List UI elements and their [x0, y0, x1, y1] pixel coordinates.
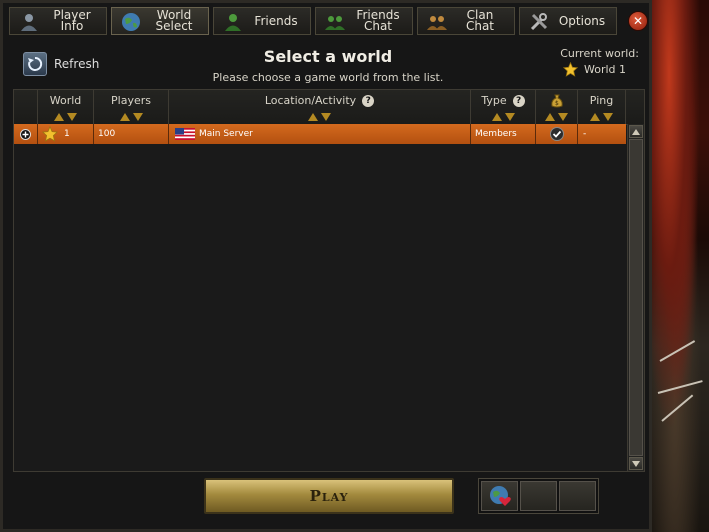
tools-icon [530, 13, 548, 31]
tab-label: Player Info [53, 8, 91, 33]
world-list-table: World Players Location/Activity? Type? $… [13, 89, 645, 472]
star-icon [563, 62, 578, 77]
quick-slots [478, 478, 599, 514]
table-row[interactable]: 1 100 Main Server Members - [14, 124, 626, 144]
column-type[interactable]: Type? [471, 90, 536, 124]
column-ping[interactable]: Ping [578, 90, 626, 124]
close-button[interactable]: ✕ [628, 11, 648, 31]
close-icon: ✕ [632, 14, 644, 28]
column-label: Location/Activity [264, 94, 357, 107]
column-label: World [49, 94, 82, 107]
scrollbar-thumb[interactable] [629, 139, 643, 456]
column-location[interactable]: Location/Activity? [169, 90, 471, 124]
current-world-value: World 1 [584, 63, 627, 76]
game-background-art [652, 0, 709, 532]
tab-player-info[interactable]: Player Info [9, 7, 107, 35]
friends-chat-icon [325, 16, 345, 30]
tab-bar: Player Info World Select Friends Friends… [9, 7, 621, 37]
page-subtitle: Please choose a game world from the list… [212, 71, 444, 84]
star-icon [42, 126, 58, 142]
sort-desc-icon[interactable] [504, 113, 515, 121]
us-flag-icon [175, 128, 195, 140]
sort-desc-icon[interactable] [603, 113, 613, 121]
column-world[interactable]: World [38, 90, 94, 124]
tab-label: World Select [155, 8, 193, 33]
location-text: Main Server [199, 129, 253, 139]
players-count: 100 [94, 124, 169, 144]
sort-desc-icon[interactable] [67, 113, 77, 121]
column-label: Players [111, 94, 151, 107]
empty-slot[interactable] [559, 481, 596, 511]
favorite-worlds-slot[interactable] [481, 481, 518, 511]
current-world: World 1 [563, 62, 626, 77]
help-icon[interactable]: ? [512, 95, 525, 107]
vertical-scrollbar[interactable] [627, 124, 644, 471]
expand-icon[interactable] [20, 128, 31, 140]
tab-label: Friends Chat [356, 8, 400, 33]
column-players[interactable]: Players [94, 90, 169, 124]
page-title: Select a world [263, 47, 393, 66]
column-label: Ping [589, 94, 614, 107]
help-icon[interactable]: ? [362, 95, 375, 107]
world-number: 1 [64, 129, 70, 139]
column-label: Type [481, 94, 507, 107]
sort-desc-icon[interactable] [558, 113, 568, 121]
tab-world-select[interactable]: World Select [111, 7, 209, 35]
world-type: Members [471, 124, 536, 144]
tab-friends[interactable]: Friends [213, 7, 311, 35]
scroll-down-button[interactable] [629, 457, 643, 470]
globe-icon [122, 13, 140, 31]
sort-asc-icon[interactable] [54, 113, 64, 121]
sort-desc-icon[interactable] [321, 113, 331, 121]
refresh-icon [23, 52, 47, 76]
ping-value: - [583, 129, 587, 139]
refresh-button[interactable]: Refresh [23, 52, 99, 76]
current-world-label: Current world: [560, 47, 639, 60]
money-bag-icon: $ [550, 94, 563, 108]
column-members[interactable]: $ [536, 90, 578, 124]
empty-slot[interactable] [520, 481, 557, 511]
play-button[interactable]: Play [204, 478, 454, 514]
play-label: Play [309, 487, 349, 505]
tab-friends-chat[interactable]: Friends Chat [315, 7, 413, 35]
tab-clan-chat[interactable]: Clan Chat [417, 7, 515, 35]
sort-asc-icon[interactable] [545, 113, 555, 121]
svg-text:$: $ [555, 100, 559, 107]
checkmark-icon [549, 127, 564, 141]
tab-label: Options [558, 13, 606, 28]
globe-heart-icon [489, 486, 511, 506]
world-select-window: Player Info World Select Friends Friends… [0, 0, 652, 532]
arrow-up-icon [632, 128, 640, 135]
tab-label: Clan Chat [465, 8, 495, 33]
sort-asc-icon[interactable] [491, 113, 502, 121]
refresh-label: Refresh [54, 57, 100, 71]
friends-icon [225, 14, 241, 31]
player-info-icon [21, 14, 37, 31]
expand-column-header [14, 90, 38, 124]
table-header: World Players Location/Activity? Type? $… [14, 90, 644, 125]
scroll-up-button[interactable] [629, 125, 643, 138]
sort-desc-icon[interactable] [132, 113, 143, 121]
sort-asc-icon[interactable] [590, 113, 600, 121]
tab-options[interactable]: Options [519, 7, 617, 35]
sort-asc-icon[interactable] [119, 113, 130, 121]
clan-chat-icon [427, 16, 447, 30]
sort-asc-icon[interactable] [308, 113, 318, 121]
arrow-down-icon [632, 460, 640, 467]
tab-label: Friends [254, 13, 298, 28]
